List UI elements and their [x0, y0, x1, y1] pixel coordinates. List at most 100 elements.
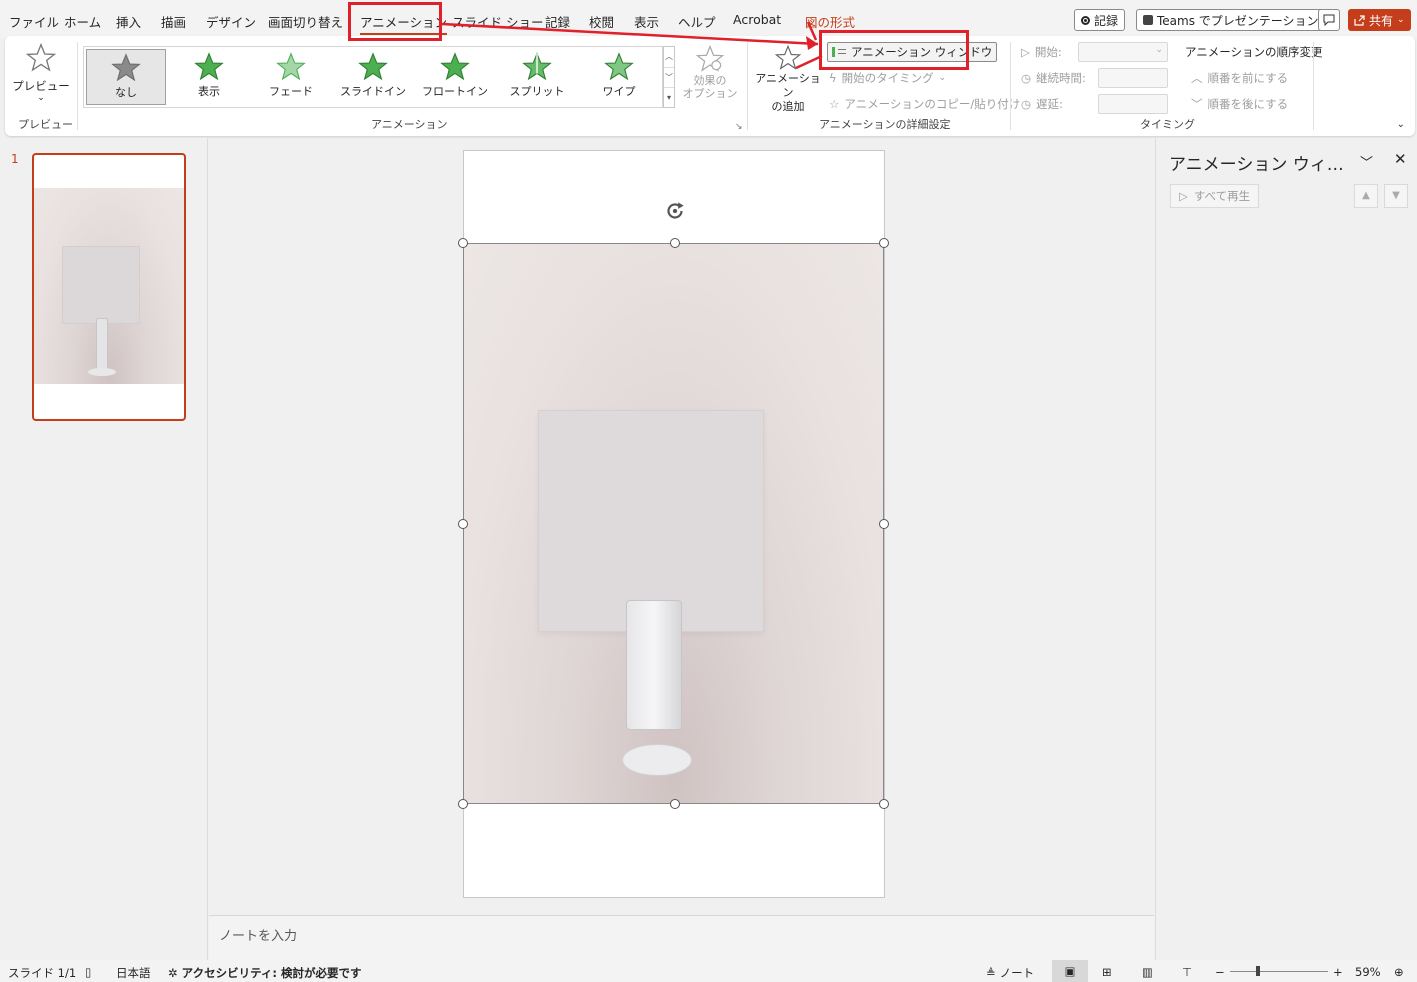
animation-pane: アニメーション ウィ… ﹀ ✕ ▷ すべて再生 ▲ ▼: [1155, 138, 1417, 960]
move-later-button[interactable]: ﹀ 順番を後にする: [1191, 96, 1288, 112]
collapse-ribbon-icon[interactable]: ⌄: [1397, 119, 1405, 130]
rotate-handle-icon[interactable]: [662, 198, 688, 224]
zoom-in-icon[interactable]: +: [1333, 965, 1343, 979]
clock-icon: ◷: [1021, 97, 1032, 111]
tab-transitions[interactable]: 画面切り替え: [268, 12, 343, 31]
effect-options-button[interactable]: 効果の オプション: [680, 44, 740, 100]
resize-handle-top-left[interactable]: [458, 238, 468, 248]
move-down-button[interactable]: ▼: [1384, 184, 1408, 208]
start-label: 開始:: [1034, 45, 1062, 59]
highlight-box-animations-tab: [348, 2, 442, 41]
tab-help[interactable]: ヘルプ: [678, 12, 716, 31]
play-icon: ▷: [1021, 45, 1030, 59]
share-button[interactable]: 共有 ⌄: [1348, 9, 1411, 31]
close-icon[interactable]: ✕: [1394, 150, 1407, 168]
status-bar: スライド 1/1 ▯ 日本語 ✲ アクセシビリティ: 検討が必要です ≜ ノート…: [0, 960, 1417, 982]
gallery-more-icon[interactable]: ▾: [664, 87, 674, 107]
record-button-label: 記録: [1094, 13, 1119, 28]
dialog-launcher-icon[interactable]: ↘: [735, 122, 743, 132]
chevron-down-icon: ⌄: [1397, 15, 1405, 25]
gallery-item-split[interactable]: スプリット: [497, 49, 577, 105]
zoom-out-icon[interactable]: −: [1215, 965, 1225, 979]
duration-spinner[interactable]: [1098, 68, 1168, 88]
resize-handle-bottom-left[interactable]: [458, 799, 468, 809]
clock-icon: ◷: [1021, 71, 1032, 85]
notes-icon: ≜: [986, 966, 996, 980]
slideshow-icon[interactable]: ⊤: [1182, 965, 1192, 979]
record-button[interactable]: 記録: [1074, 9, 1126, 31]
advanced-group-label: アニメーションの詳細設定: [819, 118, 951, 131]
add-animation-button[interactable]: アニメーション の追加: [753, 44, 823, 114]
share-icon: [1354, 14, 1365, 26]
gallery-item-label: ワイプ: [602, 85, 636, 98]
zoom-level[interactable]: 59%: [1355, 965, 1381, 979]
move-up-button[interactable]: ▲: [1354, 184, 1378, 208]
gallery-item-none[interactable]: なし: [86, 49, 166, 105]
tab-picture-format[interactable]: 図の形式: [805, 12, 855, 31]
notes-toggle[interactable]: ≜ ノート: [986, 965, 1034, 981]
group-divider: [1010, 42, 1011, 130]
move-earlier-button[interactable]: ︿ 順番を前にする: [1191, 70, 1288, 86]
comments-button[interactable]: [1318, 9, 1340, 31]
star-split-icon: [522, 52, 552, 81]
gallery-item-wipe[interactable]: ワイプ: [579, 49, 659, 105]
tab-design[interactable]: デザイン: [206, 12, 256, 31]
gallery-item-fly-in[interactable]: スライドイン: [333, 49, 413, 105]
chevron-down-icon[interactable]: ﹀: [664, 67, 674, 87]
group-divider: [77, 42, 78, 130]
effect-options-icon: [695, 44, 725, 72]
tab-review[interactable]: 校閲: [589, 12, 614, 31]
teams-present-button[interactable]: Teams でプレゼンテーション: [1136, 9, 1326, 31]
notes-placeholder: ノートを入力: [219, 929, 298, 944]
spell-check-icon[interactable]: ▯: [85, 965, 91, 979]
resize-handle-bottom-right[interactable]: [879, 799, 889, 809]
record-dot-icon: [1081, 15, 1090, 25]
gallery-item-fade[interactable]: フェード: [251, 49, 331, 105]
delay-spinner[interactable]: [1098, 94, 1168, 114]
play-icon: ▷: [1179, 189, 1188, 203]
chevron-down-icon: ⌄: [938, 73, 947, 83]
play-all-button[interactable]: ▷ すべて再生: [1170, 184, 1260, 208]
effect-options-label: 効果の オプション: [682, 74, 738, 100]
gallery-scroll[interactable]: ︿ ﹀ ▾: [663, 46, 675, 108]
resize-handle-right[interactable]: [879, 519, 889, 529]
trigger-button[interactable]: ϟ 開始のタイミング ⌄: [829, 70, 946, 86]
animation-painter-button[interactable]: ☆ アニメーションのコピー/貼り付け: [829, 96, 1020, 112]
star-outline-icon: [25, 42, 57, 72]
preview-button[interactable]: プレビュー ⌄: [11, 42, 71, 108]
tab-record[interactable]: 記録: [545, 12, 570, 31]
gallery-item-label: スライドイン: [340, 85, 406, 98]
notes-pane[interactable]: ノートを入力: [209, 915, 1154, 960]
tab-slideshow[interactable]: スライド ショー: [452, 12, 543, 31]
gallery-item-appear[interactable]: 表示: [169, 49, 249, 105]
chevron-up-icon[interactable]: ︿: [664, 47, 674, 67]
chevron-down-icon: ﹀: [1191, 97, 1203, 111]
chevron-down-icon: ⌄: [37, 93, 45, 103]
accessibility-label: アクセシビリティ: 検討が必要です: [181, 966, 362, 980]
chevron-down-icon[interactable]: ﹀: [1360, 152, 1373, 171]
tab-draw[interactable]: 描画: [161, 12, 186, 31]
tab-insert[interactable]: 挿入: [116, 12, 141, 31]
zoom-slider[interactable]: [1230, 966, 1328, 976]
slide-sorter-icon[interactable]: ⊞: [1102, 965, 1112, 979]
tab-view[interactable]: 表示: [634, 12, 659, 31]
resize-handle-top[interactable]: [670, 238, 680, 248]
normal-view-icon[interactable]: ▣: [1052, 960, 1088, 982]
resize-handle-left[interactable]: [458, 519, 468, 529]
tab-acrobat[interactable]: Acrobat: [733, 12, 781, 27]
resize-handle-bottom[interactable]: [670, 799, 680, 809]
language-indicator[interactable]: 日本語: [116, 965, 151, 981]
fit-to-window-icon[interactable]: ⊕: [1394, 965, 1404, 979]
card-in-photo: [538, 410, 764, 632]
resize-handle-top-right[interactable]: [879, 238, 889, 248]
zoom-slider-thumb[interactable]: [1256, 966, 1260, 976]
menu-bar: ファイル ホーム 挿入 描画 デザイン 画面切り替え アニメーション スライド …: [0, 0, 1417, 38]
gallery-item-float-in[interactable]: フロートイン: [415, 49, 495, 105]
slide-thumbnail[interactable]: [32, 153, 186, 421]
selected-picture[interactable]: [463, 243, 884, 804]
accessibility-status[interactable]: ✲ アクセシビリティ: 検討が必要です: [168, 965, 361, 981]
start-dropdown[interactable]: ⌄: [1078, 42, 1168, 62]
tab-home[interactable]: ホーム: [64, 12, 101, 31]
tab-file[interactable]: ファイル: [9, 12, 59, 31]
reading-view-icon[interactable]: ▥: [1142, 965, 1153, 979]
